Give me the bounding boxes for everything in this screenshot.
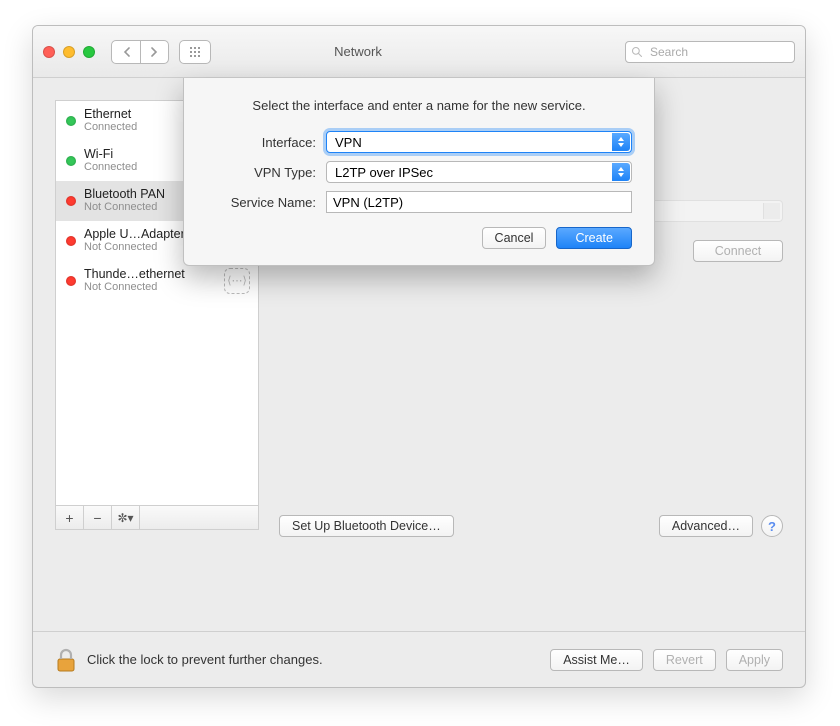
service-name-input[interactable] bbox=[326, 191, 632, 213]
advanced-button[interactable]: Advanced… bbox=[659, 515, 753, 537]
vpn-type-value: L2TP over IPSec bbox=[335, 165, 433, 180]
sheet-title: Select the interface and enter a name fo… bbox=[206, 98, 632, 113]
create-button[interactable]: Create bbox=[556, 227, 632, 249]
revert-button[interactable]: Revert bbox=[653, 649, 716, 671]
new-service-sheet: Select the interface and enter a name fo… bbox=[183, 78, 655, 266]
lock-icon[interactable] bbox=[55, 647, 77, 673]
traffic-lights bbox=[43, 46, 95, 58]
window-footer: Click the lock to prevent further change… bbox=[33, 631, 805, 687]
minimize-window-button[interactable] bbox=[63, 46, 75, 58]
search-icon bbox=[631, 46, 643, 58]
cancel-button[interactable]: Cancel bbox=[482, 227, 547, 249]
remove-service-button[interactable]: − bbox=[84, 506, 112, 529]
status-dot-icon bbox=[66, 276, 76, 286]
popup-arrows-icon bbox=[612, 163, 630, 181]
add-service-button[interactable]: + bbox=[56, 506, 84, 529]
assist-me-button[interactable]: Assist Me… bbox=[550, 649, 643, 671]
vpn-type-label: VPN Type: bbox=[206, 165, 326, 180]
help-button[interactable]: ? bbox=[761, 515, 783, 537]
zoom-window-button[interactable] bbox=[83, 46, 95, 58]
search-input[interactable] bbox=[625, 41, 795, 63]
service-name-label: Service Name: bbox=[206, 195, 326, 210]
setup-bluetooth-button[interactable]: Set Up Bluetooth Device… bbox=[279, 515, 454, 537]
network-preferences-window: Network Ethernet Connected bbox=[32, 25, 806, 688]
interface-value: VPN bbox=[335, 135, 362, 150]
toolbar-search bbox=[625, 41, 795, 63]
gear-icon: ✼▾ bbox=[117, 511, 133, 525]
vpn-type-popup[interactable]: L2TP over IPSec bbox=[326, 161, 632, 183]
connect-button[interactable]: Connect bbox=[693, 240, 783, 262]
sidebar-item-label: Thunde…ethernet bbox=[84, 267, 216, 281]
interface-label: Interface: bbox=[206, 135, 326, 150]
status-dot-icon bbox=[66, 156, 76, 166]
status-dot-icon bbox=[66, 116, 76, 126]
window-toolbar: Network bbox=[33, 26, 805, 78]
services-footer: + − ✼▾ bbox=[56, 505, 258, 529]
sidebar-item-status: Not Connected bbox=[84, 281, 216, 294]
apply-button[interactable]: Apply bbox=[726, 649, 783, 671]
close-window-button[interactable] bbox=[43, 46, 55, 58]
service-actions-button[interactable]: ✼▾ bbox=[112, 506, 140, 529]
ethernet-icon: ⟨⋯⟩ bbox=[224, 268, 250, 294]
sidebar-item-thunderbolt-ethernet[interactable]: Thunde…ethernet Not Connected ⟨⋯⟩ bbox=[56, 261, 258, 301]
window-title: Network bbox=[101, 44, 615, 59]
interface-popup[interactable]: VPN bbox=[326, 131, 632, 153]
status-dot-icon bbox=[66, 236, 76, 246]
status-dot-icon bbox=[66, 196, 76, 206]
popup-arrows-icon bbox=[612, 133, 630, 151]
lock-hint-text: Click the lock to prevent further change… bbox=[87, 652, 323, 667]
